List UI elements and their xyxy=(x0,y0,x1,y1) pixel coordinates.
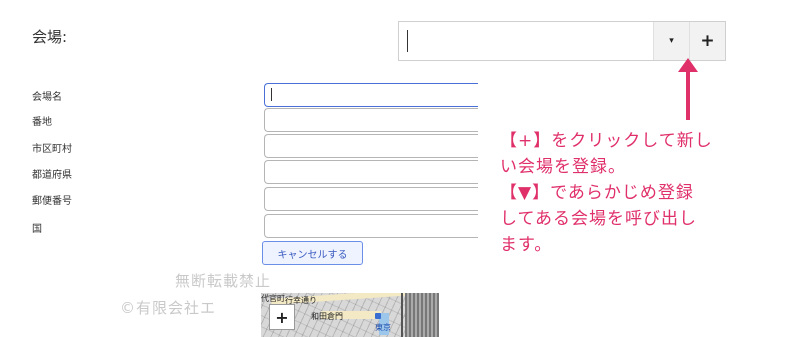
prefecture-input[interactable] xyxy=(264,160,478,184)
map-label: 東京 xyxy=(375,323,391,332)
text-cursor xyxy=(407,30,408,52)
cancel-button[interactable]: キャンセルする xyxy=(262,241,363,265)
country-label: 国 xyxy=(32,224,42,235)
zoom-in-button[interactable]: + xyxy=(269,304,295,330)
watermark-line1: 無断転載禁止 xyxy=(175,272,272,290)
street-label: 番地 xyxy=(32,117,52,128)
annotation-note: 【+】をクリックして新し い会場を登録。 【▼】であらかじめ登録 してある会場を… xyxy=(500,128,790,258)
country-input[interactable] xyxy=(264,214,478,238)
plus-icon: + xyxy=(700,31,715,51)
map-label: 代官町 xyxy=(261,294,285,303)
annotation-line: い会場を登録。 xyxy=(500,157,626,177)
venue-name-label: 会場名 xyxy=(32,92,62,103)
prefecture-label: 都道府県 xyxy=(32,170,72,181)
venue-name-input[interactable] xyxy=(264,83,478,107)
postal-code-label: 郵便番号 xyxy=(32,196,72,207)
venue-dropdown-button[interactable]: ▾ xyxy=(653,22,689,60)
station-marker-icon xyxy=(375,313,381,319)
postal-code-input[interactable] xyxy=(264,187,478,211)
text-cursor xyxy=(271,88,272,101)
city-input[interactable] xyxy=(264,134,478,158)
up-arrow-icon xyxy=(678,58,698,120)
annotation-line: 【▼】であらかじめ登録 xyxy=(500,183,694,203)
watermark-line2: ©有限会社エ xyxy=(120,299,217,317)
annotation-line: ます。 xyxy=(500,235,553,255)
annotation-line: 【+】をクリックして新し xyxy=(500,131,713,151)
add-venue-button[interactable]: + xyxy=(689,22,725,60)
annotation-line: してある会場を呼び出し xyxy=(500,209,697,229)
street-input[interactable] xyxy=(264,108,478,132)
venue-select[interactable]: ▾ + xyxy=(398,21,726,61)
city-label: 市区町村 xyxy=(32,144,72,155)
map-label: 和田倉門 xyxy=(311,312,343,321)
chevron-down-icon: ▾ xyxy=(669,36,674,46)
venue-label: 会場: xyxy=(32,28,68,46)
map-view[interactable]: 代官町 行幸通り 和田倉門 東京 + xyxy=(261,293,439,337)
